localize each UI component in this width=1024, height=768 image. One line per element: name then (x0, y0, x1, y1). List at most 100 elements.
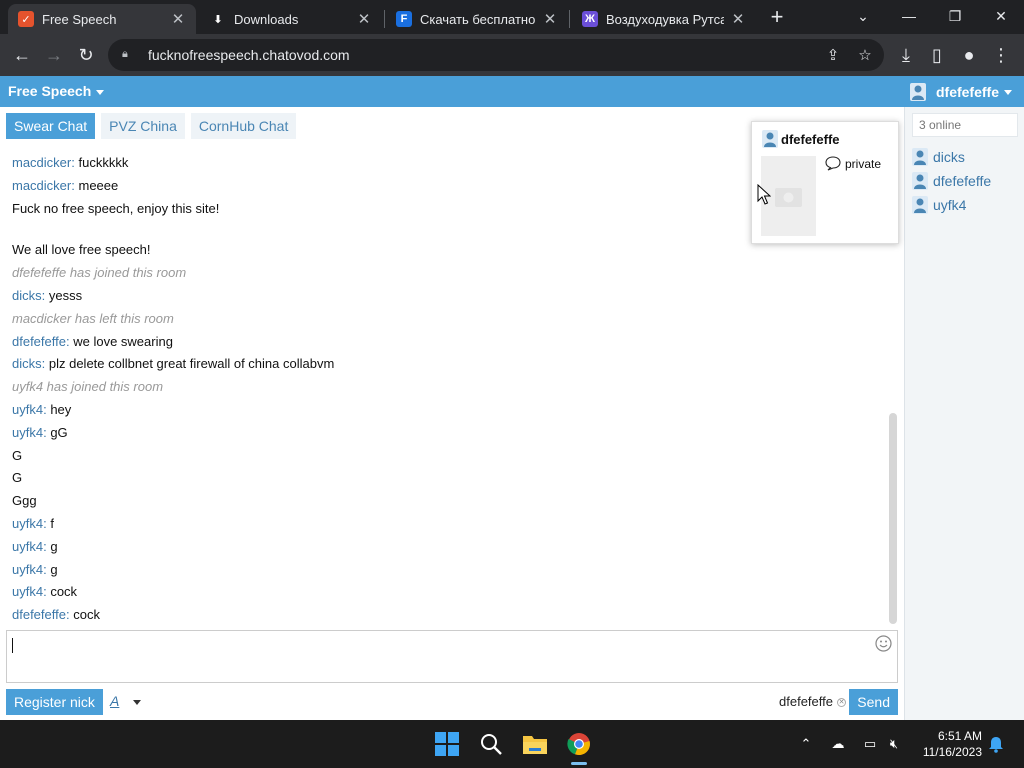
chevron-down-icon[interactable] (133, 700, 141, 705)
user-icon (912, 196, 928, 214)
send-button[interactable]: Send (849, 689, 898, 715)
clear-nick-icon[interactable]: ✕ (837, 698, 846, 708)
smiley-icon[interactable] (875, 635, 892, 652)
onedrive-offline-icon[interactable]: ☁ (828, 734, 848, 754)
message-nick[interactable]: uyfk4 (12, 562, 43, 577)
profile-icon[interactable]: ● (957, 43, 981, 67)
message-scrollbar[interactable] (889, 413, 897, 624)
bookmark-star-icon[interactable]: ☆ (850, 39, 880, 71)
system-message: uyfk4 has joined this room (12, 379, 164, 395)
clock-date: 11/16/2023 (922, 745, 982, 759)
app-title-menu[interactable]: Free Speech (8, 83, 105, 99)
chat-message: Ggg (12, 490, 882, 513)
chat-message: uyfk4: g (12, 559, 882, 582)
app-title: Free Speech (8, 83, 92, 99)
download-icon: ⬇ (213, 13, 223, 26)
menu-kebab-icon[interactable]: ⋮ (989, 43, 1013, 67)
current-user-menu[interactable]: dfefefeffe (909, 83, 1012, 101)
online-user-name: uyfk4 (933, 197, 967, 213)
close-window-icon[interactable]: ✕ (978, 0, 1024, 32)
url-text: fucknofreespeech.chatovod.com (148, 47, 350, 63)
message-nick[interactable]: uyfk4 (12, 584, 43, 599)
close-icon[interactable]: ✕ (356, 10, 372, 28)
tab-pvz-china[interactable]: PVZ China (101, 113, 185, 139)
register-nick-button[interactable]: Register nick (6, 689, 103, 715)
network-icon[interactable]: ▭ (860, 734, 880, 754)
restore-icon[interactable]: ❐ (932, 0, 978, 32)
message-nick[interactable]: dfefefeffe (12, 334, 66, 349)
tab-download-free[interactable]: F Скачать бесплатно Sh ✕ (386, 4, 568, 34)
online-user-item[interactable]: uyfk4 (912, 193, 991, 217)
message-nick[interactable]: uyfk4 (12, 402, 43, 417)
message-nick[interactable]: dfefefeffe (12, 607, 66, 622)
windows-start-icon[interactable] (433, 730, 461, 758)
tab-swear-chat[interactable]: Swear Chat (6, 113, 96, 139)
tab-free-speech[interactable]: ✓ Free Speech ✕ (8, 4, 196, 34)
share-icon[interactable]: ⇪ (818, 39, 848, 71)
online-user-name: dfefefeffe (933, 173, 992, 189)
chat-message: uyfk4: f (12, 513, 882, 536)
mouse-cursor-icon (757, 184, 771, 205)
user-icon (762, 130, 778, 148)
reload-icon[interactable]: ↻ (74, 43, 98, 67)
system-clock[interactable]: 6:51 AM 11/16/2023 (910, 728, 982, 760)
address-bar[interactable]: 🔒︎ fucknofreespeech.chatovod.com ⇪ ☆ (108, 39, 884, 71)
message-text: g (50, 538, 58, 554)
file-explorer-icon[interactable] (521, 730, 549, 758)
back-arrow-icon[interactable]: ← (10, 43, 34, 67)
minimize-icon[interactable]: — (886, 0, 932, 32)
tab-search-chevron-icon[interactable]: ⌄ (840, 0, 886, 32)
notifications-bell-icon[interactable] (986, 734, 1006, 754)
message-text: hey (50, 401, 72, 417)
message-nick[interactable]: macdicker (12, 155, 71, 170)
site-favicon-icon: F (396, 11, 412, 27)
online-user-item[interactable]: dfefefeffe (912, 169, 991, 193)
nick-separator: : (41, 287, 49, 303)
volume-muted-icon[interactable]: 🔇︎ (884, 734, 904, 754)
nick-separator: : (41, 356, 49, 372)
message-text: Fuck no free speech, enjoy this site! (12, 200, 220, 216)
forward-arrow-icon[interactable]: → (42, 43, 66, 67)
message-text: Ggg (12, 493, 37, 509)
message-text: cock (50, 584, 78, 600)
chrome-icon[interactable] (565, 730, 593, 758)
close-icon[interactable]: ✕ (730, 10, 746, 28)
message-nick[interactable]: dicks (12, 288, 42, 303)
chat-message: dicks: yesss (12, 285, 882, 308)
online-count: 3 online (912, 113, 1018, 137)
tab-title: Free Speech (42, 11, 117, 27)
chat-message: G (12, 467, 882, 490)
message-nick[interactable]: uyfk4 (12, 516, 43, 531)
message-nick[interactable]: dicks (12, 356, 42, 371)
tab-downloads[interactable]: ⬇ Downloads ✕ (200, 4, 382, 34)
speech-bubble-icon (825, 156, 841, 171)
online-user-item[interactable]: dicks (912, 145, 991, 169)
message-input[interactable] (6, 630, 898, 683)
tab-cornhub-chat[interactable]: CornHub Chat (190, 113, 297, 139)
message-nick[interactable]: macdicker (12, 178, 71, 193)
system-message: macdicker has left this room (12, 310, 174, 326)
message-text: We all love free speech! (12, 242, 151, 258)
browser-toolbar: ← → ↻ 🔒︎ fucknofreespeech.chatovod.com ⇪… (0, 34, 1024, 76)
lock-icon: 🔒︎ (122, 48, 128, 60)
font-style-button[interactable]: A (110, 693, 119, 709)
search-icon[interactable] (477, 730, 505, 758)
close-icon[interactable]: ✕ (542, 10, 558, 28)
downloads-icon[interactable]: ⤓ (894, 43, 918, 67)
new-tab-plus-icon[interactable]: + (766, 6, 788, 28)
chevron-down-icon (1004, 89, 1012, 95)
tab-title: Downloads (234, 11, 299, 27)
message-text: gG (50, 424, 68, 440)
user-icon (909, 83, 926, 101)
chevron-up-icon[interactable]: ⌃ (796, 734, 816, 754)
composer-bottom-bar: Register nick A dfefefeffe ✕ Send (6, 689, 898, 715)
tab-roots-blower[interactable]: Ж Воздуходувка Рутса - … ✕ (572, 4, 756, 34)
message-text: f (50, 515, 54, 531)
private-message-link[interactable]: private (825, 156, 881, 171)
close-icon[interactable]: ✕ (170, 10, 186, 28)
message-nick[interactable]: uyfk4 (12, 425, 43, 440)
message-nick[interactable]: uyfk4 (12, 539, 43, 554)
tab-separator (569, 10, 570, 28)
chat-message: dfefefeffe: we love swearing (12, 331, 882, 354)
side-panel-icon[interactable]: ▯ (925, 43, 949, 67)
